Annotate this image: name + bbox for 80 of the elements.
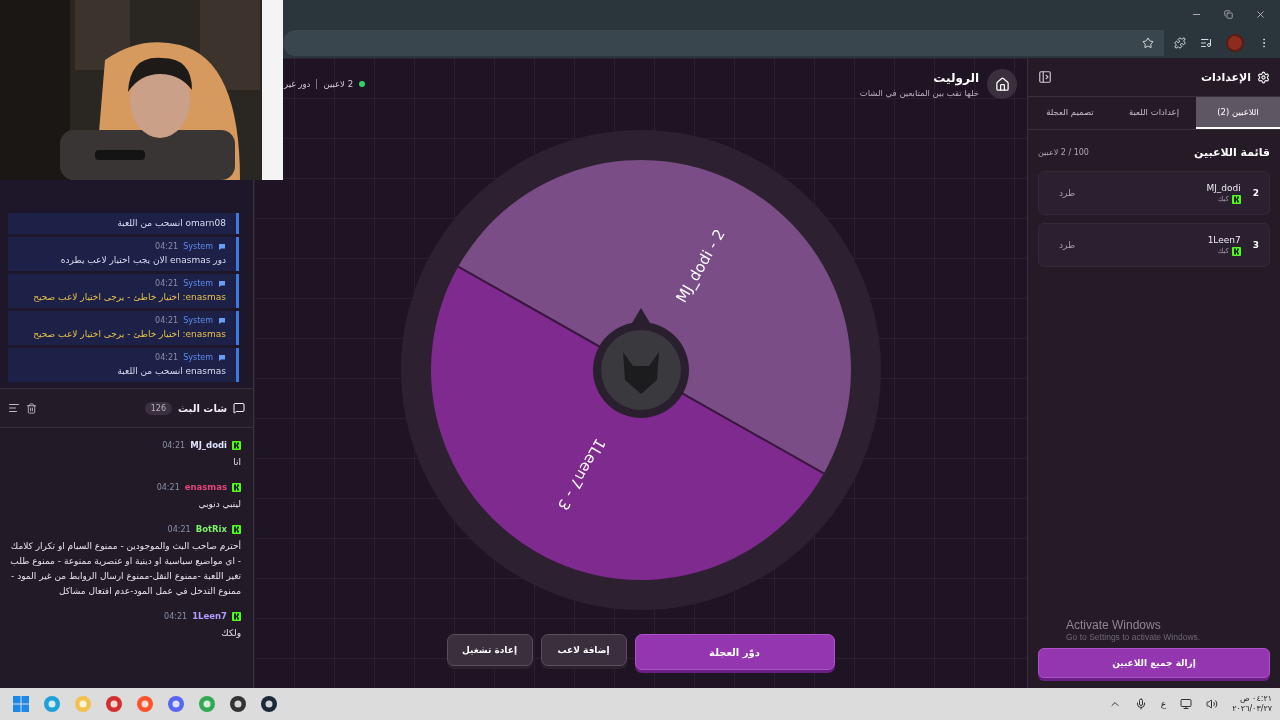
home-icon [994,76,1010,92]
settings-tab[interactable]: تصميم العجلة [1028,97,1112,129]
sender-name: System [183,316,213,325]
keyboard-language[interactable]: ع [1160,699,1167,709]
chat-title: شات البث [178,402,227,414]
settings-tab[interactable]: إعدادات اللعبة [1112,97,1196,129]
message-text: enasmas انسحب من اللعبة [116,366,226,376]
panel-title: الإعدادات [1200,70,1251,84]
message-text: omarn08 انسحب من اللعبة [116,218,226,228]
message-text: ولكك [220,627,241,640]
page-subtitle: خلها تقب بين المتابعين في الشات [859,87,979,98]
turn-status: دور غير [284,79,311,89]
message-time: 04:21 [162,440,186,450]
message-time: 04:21 [156,482,180,492]
player-number: 2 [1252,188,1259,198]
message-count: 126 [144,401,172,415]
kick-logo-icon [232,482,241,492]
settings-icon [1257,70,1270,84]
puzzle-icon[interactable] [1174,37,1186,49]
message-text: دور enasmas الان يجب اختيار لاعب يطرده [59,255,226,265]
kick-logo-icon [1231,194,1241,204]
kick-button[interactable]: طرد [1049,236,1086,254]
sender-name: System [183,242,213,251]
star-icon[interactable] [1142,37,1154,49]
restore-icon[interactable] [1224,9,1233,19]
message-text: enasmas: اختيار خاطئ - يرجى اختيار لاعب صحيح [32,329,226,339]
action-button[interactable]: إعادة تشغيل [446,634,533,666]
message-icon [218,242,226,251]
message-text: لينبي دنوبي [197,498,241,511]
username: enasmas [184,482,227,492]
message-time: 04:21 [164,611,188,621]
message-text: أحترم صاحب البث والموجودين - ممنوع السبام او تكرار كلامك - اي مواضيع سياسية او دينية او عنصرية ممنوعة - ممنوع طلب تغير اللعبة -ممنوع النقل-ممنوع ارسال الروابط من غير المود - ممنوع التدخل في عمل المود-عدم افتعال مشاكل [9,539,241,598]
panel-toggle-icon[interactable] [1038,70,1052,84]
username: 1Leen7 [192,611,227,621]
player-name: 1Leen7 [1207,234,1241,245]
microphone-icon[interactable] [1134,698,1147,710]
sender-name: System [183,279,213,288]
volume-icon[interactable] [1206,698,1219,710]
trash-icon[interactable] [26,402,37,414]
message-icon [218,353,226,362]
message-icon [218,316,226,325]
message-time: 04:21 [155,316,179,325]
spin-button[interactable]: دوّر العجلة [634,634,835,670]
sender-name: System [183,353,213,362]
monitor-icon[interactable] [1180,698,1193,710]
kick-logo-icon [232,440,241,450]
message-icon [218,279,226,288]
username: BotRix [195,524,227,534]
chat-icon [233,402,245,414]
windows-icon[interactable] [12,695,30,713]
home-button[interactable] [987,69,1017,99]
message-time: 04:21 [155,242,179,251]
status-dot-icon [359,81,366,87]
clock-time[interactable]: ٠٤:٢١ ص [1239,694,1272,704]
media-icon[interactable] [1200,37,1212,49]
players-status: 2 لاعبين [323,79,354,89]
settings-tab[interactable]: اللاعبين (2) [1196,97,1280,129]
kick-logo-icon [232,524,241,534]
action-button[interactable]: إضافة لاعب [540,634,627,666]
player-number: 3 [1252,240,1259,250]
player-name: MJ_dodi [1206,182,1241,193]
page-title: الروليت [932,70,979,85]
player-count: 100 / 2 لاعبين [1038,148,1089,157]
wolf-logo-icon [592,322,689,418]
message-time: 04:21 [155,353,179,362]
kick-button[interactable]: طرد [1049,184,1086,202]
clear-players-button[interactable]: إزالة جميع اللاعبين [1038,648,1270,678]
message-text: enasmas: اختيار خاطئ - يرجى اختيار لاعب صحيح [32,292,226,302]
activation-notice: Activate Windows [1066,618,1162,632]
clock-date[interactable]: ٢٠٢٦/٠٣/٢٧ [1232,704,1272,714]
username: MJ_dodi [190,440,227,450]
close-icon[interactable] [1255,8,1266,20]
activation-hint: Go to Settings to activate Windows. [1066,632,1202,642]
message-time: 04:21 [155,279,179,288]
list-icon[interactable] [8,402,20,414]
message-text: انا [232,456,241,469]
list-title: قائمة اللاعبين [1194,146,1270,159]
kick-logo-icon [232,611,241,621]
kick-logo-icon [1231,246,1241,256]
message-time: 04:21 [167,524,191,534]
